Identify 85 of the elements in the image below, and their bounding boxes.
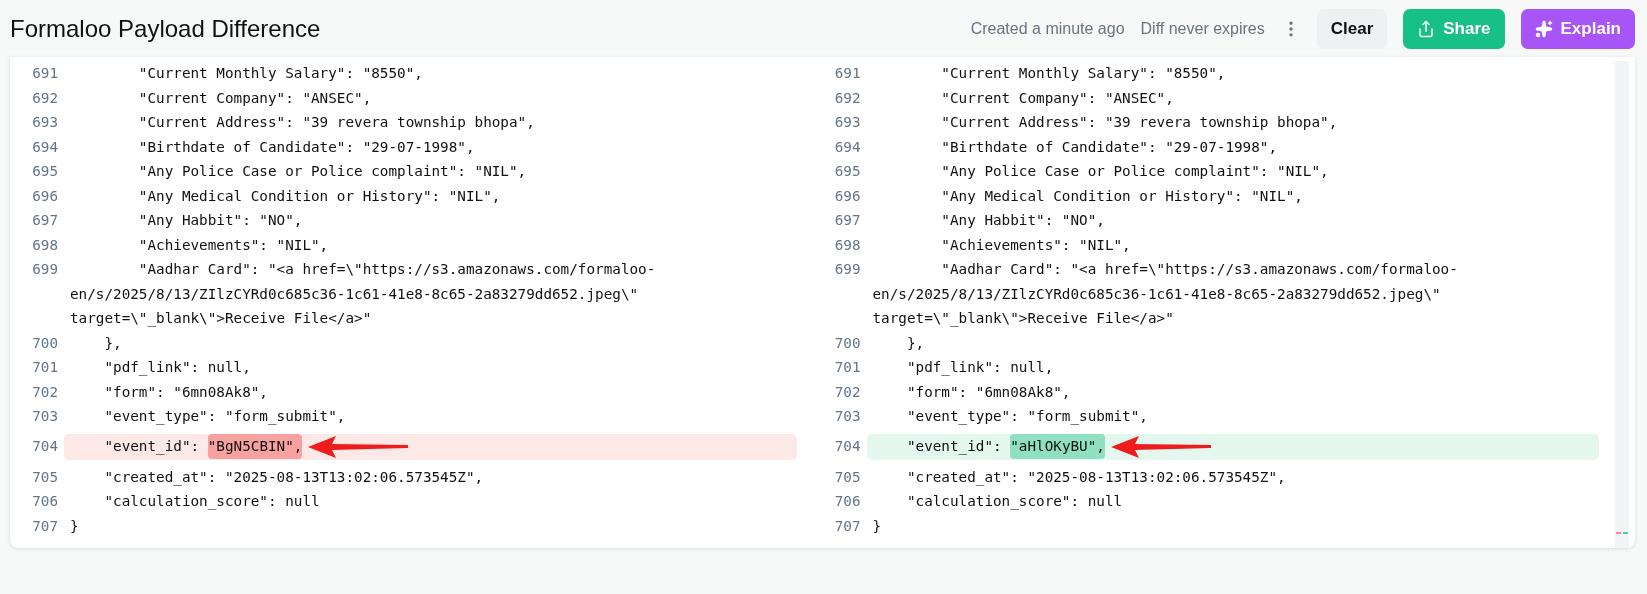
line-number: 697 — [32, 211, 58, 230]
code-line: "event_type": "form_submit", — [905, 407, 1149, 427]
code-line: "form": "6mn08Ak8", — [905, 382, 1072, 402]
line-number: 702 — [834, 382, 861, 402]
change-marker — [1623, 532, 1628, 534]
line-number: 705 — [834, 467, 861, 487]
code-line: "calculation_score": null — [103, 492, 321, 512]
changed-value: "BgN5CBIN", — [207, 434, 303, 459]
code-line: "Current Company": "ANSEC", — [940, 88, 1175, 108]
code-line: "Current Monthly Salary": "8550", — [940, 64, 1227, 83]
line-number: 698 — [834, 235, 861, 255]
code-line: "pdf_link": null, — [905, 358, 1055, 378]
code-line: "event_id": — [103, 437, 201, 457]
arrow-icon — [306, 433, 411, 460]
line-number: 707 — [834, 516, 861, 536]
line-number: 707 — [32, 516, 58, 536]
code-line: "Any Habbit": "NO", — [940, 211, 1106, 230]
line-number: 698 — [32, 235, 58, 255]
code-line: "Achievements": "NIL", — [137, 235, 330, 255]
code-line: "pdf_link": null, — [103, 358, 252, 378]
line-number: 695 — [32, 162, 58, 181]
code-line: "created_at": "2025-08-13T13:02:06.573545Z", — [905, 467, 1287, 488]
code-line: "Current Address": "39 revera township bhopa", — [940, 113, 1339, 132]
code-line: }, — [905, 333, 926, 353]
code-line: en/s/2025/8/13/ZIlzCYRd0c685c36-1c61-41e8-8c65-2a83279dd652.jpeg\" — [872, 284, 1442, 304]
code-line: target=\"_blank\">Receive File</a>" — [70, 309, 373, 329]
clear-button[interactable]: Clear — [1316, 8, 1388, 49]
code-line: "Current Company": "ANSEC", — [137, 88, 373, 108]
expiry-note: Diff never expires — [1140, 19, 1265, 38]
line-number: 701 — [834, 358, 861, 377]
line-number: 704 — [834, 436, 861, 456]
line-number: 694 — [834, 137, 861, 157]
created-time: Created a minute ago — [970, 19, 1125, 38]
code-line: "Any Police Case or Police complaint": "NIL", — [137, 162, 528, 181]
code-line: } — [872, 516, 883, 536]
page-title: Formaloo Payload Difference — [10, 14, 322, 43]
explain-button[interactable]: Explain — [1520, 8, 1635, 49]
code-line: "Any Medical Condition or History": "NIL", — [940, 186, 1304, 206]
code-line: "form": "6mn08Ak8", — [103, 382, 269, 402]
line-number: 691 — [834, 64, 861, 83]
code-line: }, — [103, 333, 123, 353]
line-number: 706 — [32, 492, 58, 511]
code-line: "Achievements": "NIL", — [940, 235, 1132, 255]
line-number: 703 — [32, 407, 58, 426]
changed-value: "aHlOKyBU", — [1010, 434, 1105, 459]
line-number: 706 — [834, 492, 861, 511]
line-number: 700 — [32, 333, 58, 353]
line-number: 703 — [834, 407, 861, 426]
code-line: "created_at": "2025-08-13T13:02:06.573545Z", — [103, 467, 485, 488]
code-line: "Aadhar Card": "<a href=\"https://s3.amazonaws.com/formaloo- — [940, 260, 1459, 279]
code-line: target=\"_blank\">Receive File</a>" — [872, 309, 1175, 329]
line-number: 694 — [32, 137, 58, 157]
line-number: 697 — [834, 211, 861, 230]
line-number: 692 — [32, 88, 58, 108]
code-line: "event_type": "form_submit", — [103, 407, 347, 427]
code-line: "Any Habbit": "NO", — [137, 211, 304, 230]
code-line: "Current Monthly Salary": "8550", — [137, 64, 424, 83]
line-number: 705 — [32, 467, 58, 487]
line-number: 693 — [32, 113, 58, 132]
line-number: 704 — [32, 436, 58, 456]
line-number: 693 — [834, 113, 861, 132]
line-number: 699 — [834, 260, 861, 279]
code-line: "calculation_score": null — [905, 492, 1124, 512]
share-button[interactable]: Share — [1403, 8, 1505, 49]
change-marker — [1616, 532, 1621, 534]
sparkles-icon — [1534, 19, 1553, 38]
line-number: 700 — [834, 333, 861, 353]
line-number: 696 — [32, 186, 58, 206]
code-line: } — [70, 516, 80, 536]
line-number: 696 — [834, 186, 861, 206]
code-line: "Birthdate of Candidate": "29-07-1998", — [940, 137, 1279, 157]
code-line: "Current Address": "39 revera township bhopa", — [137, 113, 536, 132]
share-icon — [1417, 19, 1436, 38]
line-number: 702 — [32, 382, 58, 402]
code-line: "event_id": — [905, 437, 1003, 457]
line-number: 699 — [32, 260, 58, 279]
line-number: 695 — [834, 162, 861, 181]
code-line: "Any Police Case or Police complaint": "NIL", — [940, 162, 1330, 181]
line-number: 691 — [32, 64, 58, 83]
line-number: 692 — [834, 88, 861, 108]
line-number: 701 — [32, 358, 58, 377]
code-line: "Any Medical Condition or History": "NIL", — [137, 186, 502, 206]
code-line: "Birthdate of Candidate": "29-07-1998", — [137, 137, 476, 157]
code-line: "Aadhar Card": "<a href=\"https://s3.amazonaws.com/formaloo- — [137, 260, 657, 279]
code-line: en/s/2025/8/13/ZIlzCYRd0c685c36-1c61-41e8-8c65-2a83279dd652.jpeg\" — [70, 284, 640, 304]
